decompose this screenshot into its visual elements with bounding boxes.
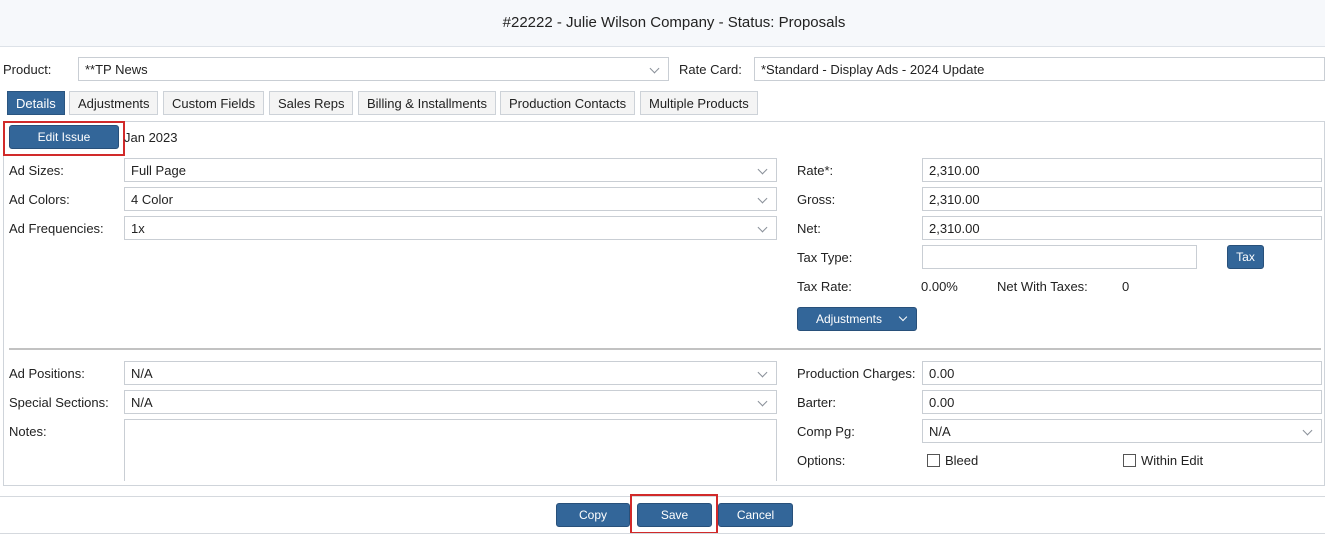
net-with-taxes-label: Net With Taxes:	[997, 279, 1088, 294]
production-charges-input[interactable]: 0.00	[922, 361, 1322, 385]
product-label: Product:	[3, 62, 52, 77]
tab-billing-installments[interactable]: Billing & Installments	[358, 91, 496, 115]
bleed-label: Bleed	[945, 453, 979, 468]
issue-value: Jan 2023	[124, 130, 178, 145]
ad-positions-label: Ad Positions:	[9, 366, 85, 381]
comp-pg-label: Comp Pg:	[797, 424, 855, 439]
adjustments-button-label: Adjustments	[815, 312, 883, 326]
rate-value: 2,310.00	[929, 163, 980, 178]
ad-positions-select[interactable]: N/A	[124, 361, 777, 385]
net-with-taxes-value: 0	[1122, 279, 1130, 294]
notes-textarea[interactable]	[124, 419, 777, 481]
ad-colors-value: 4 Color	[131, 192, 173, 207]
product-select[interactable]: **TP News	[78, 57, 669, 81]
ad-sizes-label: Ad Sizes:	[9, 163, 64, 178]
tab-adjustments[interactable]: Adjustments	[69, 91, 158, 115]
ad-sizes-select[interactable]: Full Page	[124, 158, 777, 182]
comp-pg-value: N/A	[929, 424, 951, 439]
ad-sizes-value: Full Page	[131, 163, 186, 178]
barter-input[interactable]: 0.00	[922, 390, 1322, 414]
ad-frequencies-select[interactable]: 1x	[124, 216, 777, 240]
gross-value: 2,310.00	[929, 192, 980, 207]
rate-card-field[interactable]: *Standard - Display Ads - 2024 Update	[754, 57, 1325, 81]
tab-sales-reps[interactable]: Sales Reps	[269, 91, 353, 115]
within-edit-checkbox[interactable]	[1123, 454, 1136, 467]
barter-label: Barter:	[797, 395, 837, 410]
tax-button[interactable]: Tax	[1227, 245, 1264, 269]
ad-frequencies-value: 1x	[131, 221, 145, 236]
ad-colors-label: Ad Colors:	[9, 192, 70, 207]
production-charges-label: Production Charges:	[797, 366, 916, 381]
production-charges-value: 0.00	[929, 366, 955, 381]
net-label: Net:	[797, 221, 821, 236]
tax-type-input[interactable]	[922, 245, 1197, 269]
tax-type-label: Tax Type:	[797, 250, 853, 265]
gross-input[interactable]: 2,310.00	[922, 187, 1322, 211]
product-value: **TP News	[85, 62, 148, 77]
tab-production-contacts[interactable]: Production Contacts	[500, 91, 635, 115]
ad-positions-value: N/A	[131, 366, 153, 381]
section-divider	[9, 348, 1321, 350]
copy-button[interactable]: Copy	[556, 503, 630, 527]
page-title: #22222 - Julie Wilson Company - Status: …	[502, 14, 846, 31]
adjustments-dropdown-button[interactable]: Adjustments	[797, 307, 917, 331]
within-edit-label: Within Edit	[1141, 453, 1204, 468]
rate-card-value: *Standard - Display Ads - 2024 Update	[761, 62, 985, 77]
title-bar: #22222 - Julie Wilson Company - Status: …	[0, 0, 1325, 47]
chevron-down-icon	[898, 312, 908, 322]
comp-pg-select[interactable]: N/A	[922, 419, 1322, 443]
ad-colors-select[interactable]: 4 Color	[124, 187, 777, 211]
gross-label: Gross:	[797, 192, 836, 207]
notes-label: Notes:	[9, 424, 47, 439]
ad-frequencies-label: Ad Frequencies:	[9, 221, 104, 236]
rate-input[interactable]: 2,310.00	[922, 158, 1322, 182]
rate-card-label: Rate Card:	[679, 62, 742, 77]
barter-value: 0.00	[929, 395, 955, 410]
tax-rate-label: Tax Rate:	[797, 279, 852, 294]
special-sections-label: Special Sections:	[9, 395, 109, 410]
net-value: 2,310.00	[929, 221, 980, 236]
special-sections-select[interactable]: N/A	[124, 390, 777, 414]
tab-multiple-products[interactable]: Multiple Products	[640, 91, 758, 115]
edit-issue-highlight	[3, 121, 125, 156]
special-sections-value: N/A	[131, 395, 153, 410]
footer-bottom-line	[0, 533, 1325, 534]
bleed-checkbox[interactable]	[927, 454, 940, 467]
tab-custom-fields[interactable]: Custom Fields	[163, 91, 264, 115]
save-highlight	[630, 494, 718, 534]
net-input[interactable]: 2,310.00	[922, 216, 1322, 240]
options-label: Options:	[797, 453, 846, 468]
tax-rate-value: 0.00%	[921, 279, 958, 294]
tab-details[interactable]: Details	[7, 91, 65, 115]
rate-label: Rate*:	[797, 163, 834, 178]
cancel-button[interactable]: Cancel	[718, 503, 793, 527]
